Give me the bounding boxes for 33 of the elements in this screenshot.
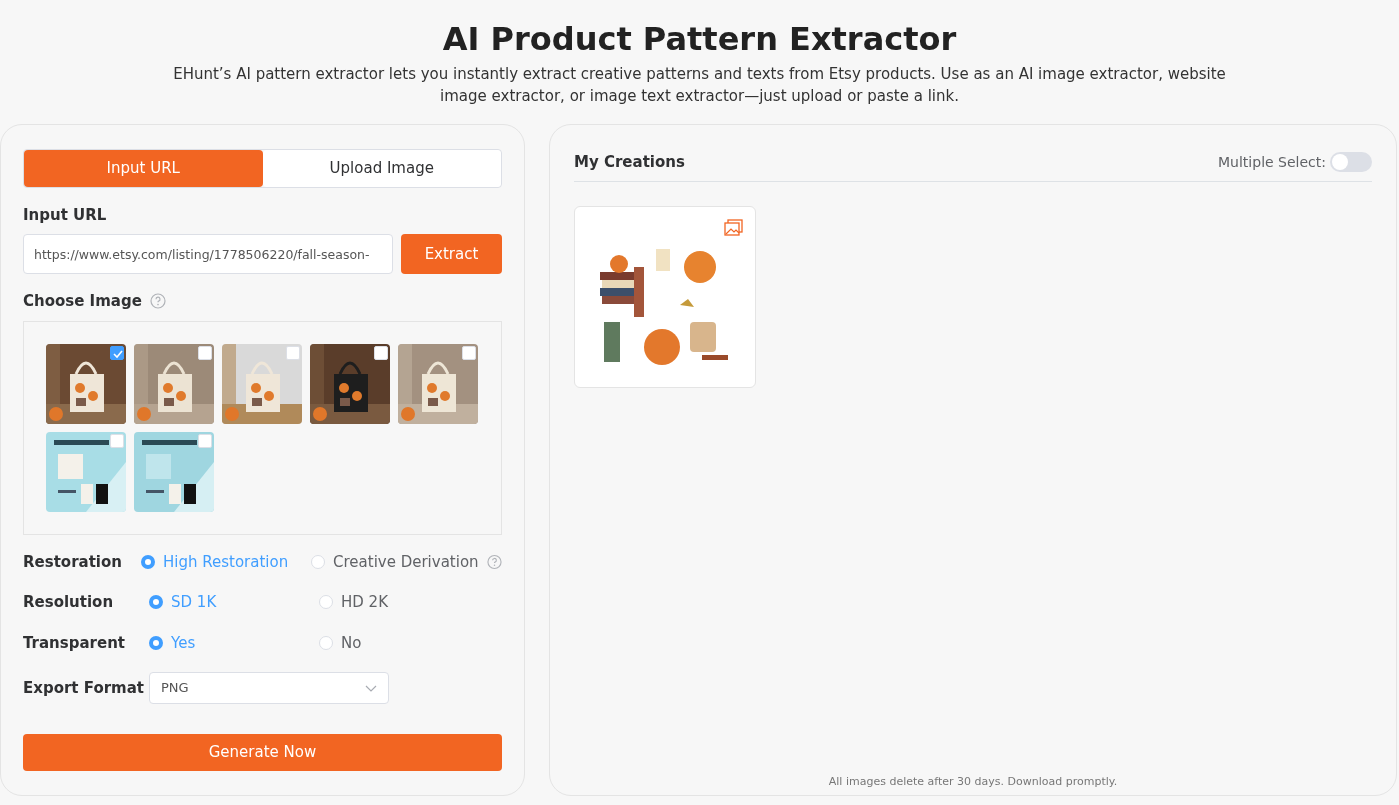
extract-button[interactable]: Extract bbox=[401, 234, 502, 275]
option-label: Restoration bbox=[23, 551, 123, 573]
creation-card[interactable] bbox=[574, 206, 756, 389]
format-select[interactable]: PNG bbox=[149, 672, 389, 705]
url-field[interactable]: https://www.etsy.com/listing/1778506220/fall-season- bbox=[23, 234, 393, 275]
toggle-switch[interactable] bbox=[1330, 152, 1372, 173]
option-label: Transparent bbox=[23, 632, 126, 654]
radio-option[interactable]: No bbox=[319, 631, 489, 655]
tab[interactable]: Input URL bbox=[24, 149, 263, 187]
radio-button[interactable] bbox=[141, 554, 155, 569]
radio-label: Creative Derivation bbox=[333, 551, 479, 573]
option-label: Export Format bbox=[23, 677, 146, 699]
radio-label: HD 2K bbox=[341, 592, 388, 614]
radio-button[interactable] bbox=[149, 595, 163, 610]
radio-label: SD 1K bbox=[171, 592, 217, 614]
chevron-down-icon bbox=[365, 684, 377, 692]
radio-label: Yes bbox=[171, 632, 196, 654]
page-subtitle: EHunt’s AI pattern extractor lets you instantly extract creative patterns and texts from Etsy products. Use as an AI image extractor, website image extractor, or image text extractor—just upload or paste a link. bbox=[172, 64, 1227, 108]
section-title: My Creations bbox=[574, 151, 685, 173]
images-icon[interactable] bbox=[724, 219, 743, 237]
radio-button[interactable] bbox=[149, 635, 163, 650]
radio-label: High Restoration bbox=[163, 551, 289, 573]
generate-button[interactable]: Generate Now bbox=[23, 734, 502, 771]
option-label: Resolution bbox=[23, 592, 115, 614]
radio-option[interactable]: Creative Derivation bbox=[311, 550, 481, 574]
field-label: Choose Image bbox=[23, 291, 142, 313]
radio-option[interactable]: HD 2K bbox=[319, 591, 489, 614]
tab[interactable]: Upload Image bbox=[262, 149, 501, 187]
toggle-label: Multiple Select: bbox=[1218, 152, 1326, 172]
footer-note: All images delete after 30 days. Download promptly. bbox=[827, 774, 1119, 791]
field-label: Input URL bbox=[23, 204, 108, 226]
radio-label: No bbox=[341, 632, 362, 654]
page-title: AI Product Pattern Extractor bbox=[442, 20, 957, 59]
